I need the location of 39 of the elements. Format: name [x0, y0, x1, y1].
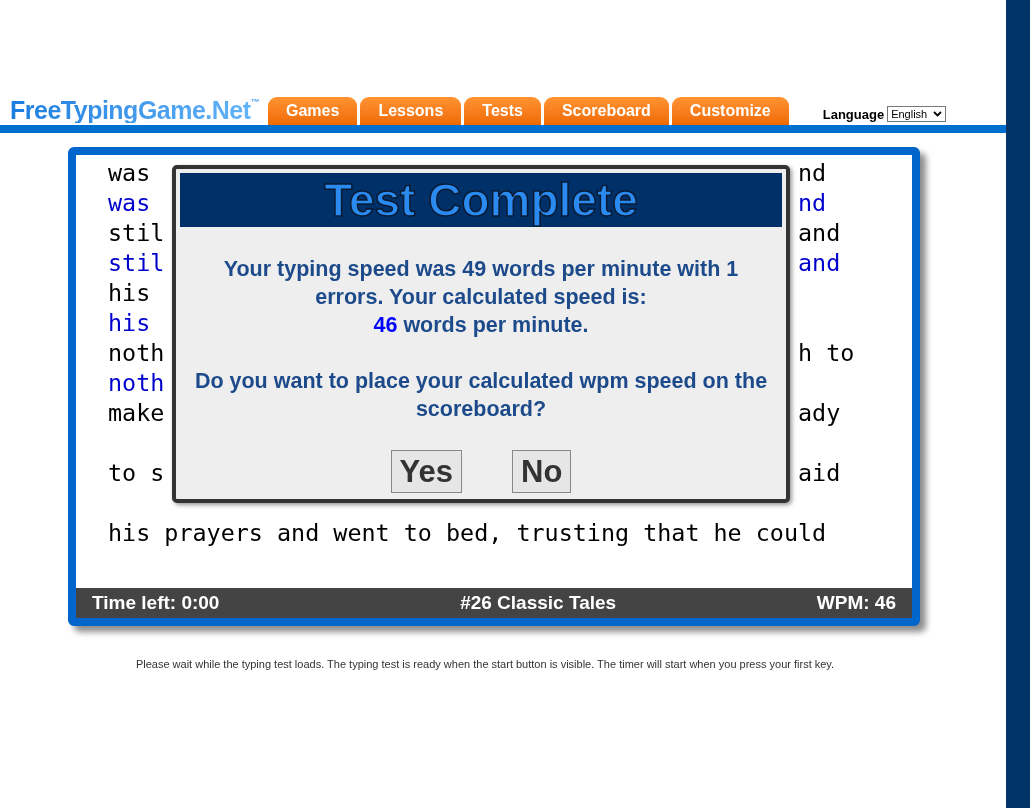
site-logo[interactable]: FreeTypingGame.Net [10, 98, 251, 123]
dialog-title: Test Complete [180, 173, 782, 227]
typing-text-line: his [108, 279, 151, 307]
typing-text-line: ady [798, 399, 841, 427]
loading-note: Please wait while the typing test loads. The typing test is ready when the start button is visible. The timer will start when you press your first key. [134, 657, 836, 672]
typing-text-line: his [108, 309, 151, 337]
typing-text-line: noth [108, 339, 165, 367]
nav-tab[interactable]: Scoreboard [543, 97, 669, 125]
typing-text-line: aid [798, 459, 841, 487]
typing-text-line: stil [108, 249, 165, 277]
nav-tab[interactable]: Lessons [360, 97, 462, 125]
typing-text-line: to s [108, 459, 165, 487]
typing-text-line: was [108, 189, 151, 217]
typing-text-line: and [798, 219, 841, 247]
speed-unit: words per minute. [403, 312, 589, 339]
typing-text-line: his prayers and went to bed, trusting that he could [108, 519, 827, 547]
dialog-button[interactable]: Yes [390, 450, 463, 493]
trademark-mark: ™ [250, 98, 260, 107]
typing-text-line: stil [108, 219, 165, 247]
result-message: Your typing speed was 49 words per minute with 1 errors. Your calculated speed is: [222, 256, 740, 311]
typing-text-line: h to [798, 339, 855, 367]
typing-text-line: nd [798, 159, 827, 187]
language-select[interactable]: English [887, 106, 947, 123]
wpm-reading: WPM: 46 [816, 590, 896, 615]
time-left: Time left: 0:00 [92, 590, 220, 615]
nav-tab[interactable]: Games [268, 97, 358, 125]
calculated-speed: 46 [373, 312, 398, 339]
typing-text-line: make [108, 399, 165, 427]
typing-text-line: noth [108, 369, 165, 397]
language-label: Language [822, 105, 885, 124]
typing-text-line: was [108, 159, 151, 187]
typing-text-line: and [798, 249, 841, 277]
test-name: #26 Classic Tales [460, 590, 617, 615]
scoreboard-question: Do you want to place your calculated wpm speed on the scoreboard? [193, 368, 769, 423]
nav-tab[interactable]: Tests [464, 97, 541, 125]
typing-text-line: nd [798, 189, 827, 217]
dialog-button[interactable]: No [512, 450, 572, 493]
chevron-down-icon [933, 111, 943, 118]
nav-tab[interactable]: Customize [671, 97, 789, 125]
